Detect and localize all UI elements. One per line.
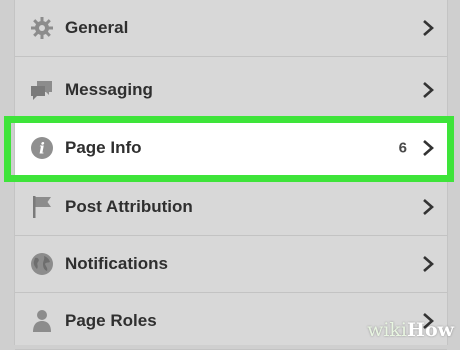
settings-item-label: Page Roles [65,311,157,330]
chevron-right-icon [423,140,434,156]
flag-icon [29,194,55,220]
chevron-right-icon [423,256,434,272]
settings-list: General Messaging i Page Info 6 Post Att… [14,0,448,350]
settings-item-label: Messaging [65,80,153,99]
settings-item-label: Page Info [65,138,142,157]
settings-item-general[interactable]: General [15,0,447,57]
chevron-right-icon [423,20,434,36]
chevron-right-icon [423,82,434,98]
settings-item-label: Notifications [65,254,168,273]
settings-item-post-attribution[interactable]: Post Attribution [15,179,447,236]
settings-item-label: General [65,18,129,37]
settings-item-page-info[interactable]: i Page Info 6 [15,120,447,177]
info-icon: i [29,135,55,161]
watermark-logo: wikiHow [367,319,454,341]
settings-item-messaging[interactable]: Messaging [15,62,447,119]
person-icon [29,308,55,334]
chat-bubbles-icon [29,77,55,103]
settings-item-notifications[interactable]: Notifications [15,236,447,293]
chevron-right-icon [423,199,434,215]
globe-icon [29,251,55,277]
notification-count: 6 [398,139,407,157]
settings-item-label: Post Attribution [65,197,193,216]
gear-icon [29,15,55,41]
svg-text:i: i [39,140,45,158]
